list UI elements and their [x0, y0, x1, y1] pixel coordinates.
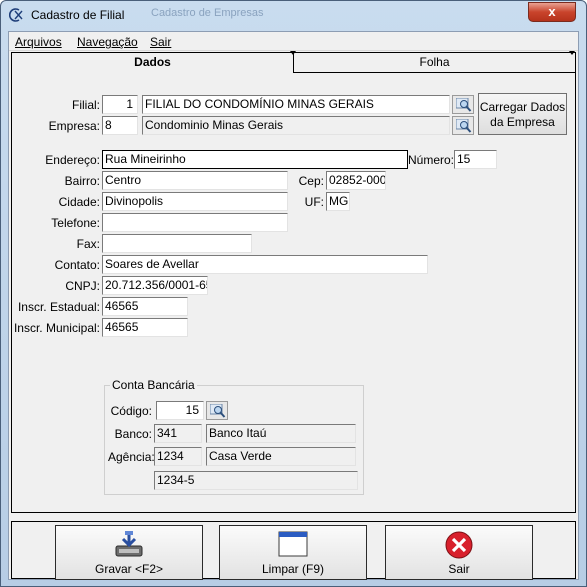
cnpj-field[interactable]: 20.712.356/0001-65 [102, 276, 208, 295]
close-icon: x [548, 4, 556, 19]
agencia-label: Agência: [108, 450, 155, 464]
disk-save-icon [115, 531, 143, 557]
app-icon [9, 8, 23, 22]
banco-code-field: 341 [154, 424, 202, 443]
window-title: Cadastro de Filial [31, 8, 125, 22]
filial-lookup-button[interactable] [452, 95, 474, 114]
tab-notch [569, 51, 575, 55]
empresa-name-field: Condominio Minas Gerais [142, 116, 450, 135]
close-button[interactable]: x [528, 2, 576, 22]
exit-x-icon [445, 531, 473, 559]
search-icon [456, 98, 472, 112]
cidade-label: Cidade: [58, 195, 100, 209]
menu-sair-label: Sair [150, 35, 172, 49]
tab-strip: Dados Folha [11, 51, 576, 73]
save-label: Gravar <F2> [94, 562, 164, 576]
load-company-data-label: Carregar Dados da Empresa [479, 100, 566, 129]
search-icon [456, 119, 472, 133]
uf-label: UF: [304, 195, 324, 209]
tab-dados[interactable]: Dados [11, 52, 294, 73]
filial-name-field[interactable]: FILIAL DO CONDOMÍNIO MINAS GERAIS [142, 95, 450, 114]
bank-code-field[interactable]: 15 [156, 401, 204, 420]
filial-code-field[interactable]: 1 [102, 95, 138, 114]
client-area: Arquivos Navegação Sair Dados Folha Fili… [8, 31, 579, 580]
empresa-label: Empresa: [48, 119, 100, 133]
search-icon [210, 404, 226, 418]
cnpj-label: CNPJ: [65, 279, 100, 293]
endereco-label: Endereço: [45, 153, 100, 167]
menu-sair[interactable]: Sair [150, 35, 171, 49]
uf-field[interactable]: MG [326, 192, 350, 211]
filial-label: Filial: [71, 98, 100, 112]
menu-navegacao[interactable]: Navegação [77, 35, 138, 49]
agencia-name-field: Casa Verde [206, 447, 356, 466]
background-window-title: Cadastro de Empresas [151, 7, 264, 19]
agencia-code-field: 1234 [154, 447, 202, 466]
numero-label: Número: [408, 153, 455, 167]
inscr-municipal-label: Inscr. Municipal: [13, 321, 100, 335]
contato-label: Contato: [54, 258, 100, 272]
exit-label: Sair [448, 562, 470, 576]
telefone-label: Telefone: [51, 216, 100, 230]
window: Cadastro de Filial Cadastro de Empresas … [0, 0, 587, 587]
inscr-estadual-field[interactable]: 46565 [102, 297, 188, 316]
cep-label: Cep: [298, 174, 324, 188]
bank-account-legend: Conta Bancária [110, 378, 197, 392]
fax-label: Fax: [76, 237, 100, 251]
cep-field[interactable]: 02852-000 [326, 171, 386, 190]
banco-label: Banco: [114, 427, 152, 441]
bairro-field[interactable]: Centro [102, 171, 288, 190]
save-button[interactable]: Gravar <F2> [55, 525, 203, 580]
account-number-field: 1234-5 [154, 471, 358, 490]
empresa-code-field[interactable]: 8 [102, 116, 138, 135]
dados-panel: Filial: 1 FILIAL DO CONDOMÍNIO MINAS GER… [11, 73, 576, 513]
bank-code-label: Código: [110, 404, 152, 418]
cidade-field[interactable]: Divinopolis [102, 192, 288, 211]
menu-bar: Arquivos Navegação Sair [9, 32, 578, 51]
telefone-field[interactable] [102, 213, 288, 232]
clear-label: Limpar (F9) [261, 562, 324, 576]
tab-folha[interactable]: Folha [293, 52, 576, 73]
inscr-estadual-label: Inscr. Estadual: [17, 300, 100, 314]
bairro-label: Bairro: [64, 174, 100, 188]
tab-notch [290, 51, 296, 55]
tab-dados-label: Dados [134, 55, 171, 69]
exit-button[interactable]: Sair [385, 525, 533, 580]
menu-navegacao-label: Navegação [77, 35, 138, 49]
load-company-data-button[interactable]: Carregar Dados da Empresa [478, 93, 567, 135]
endereco-field[interactable]: Rua Mineirinho [102, 150, 408, 169]
menu-arquivos[interactable]: Arquivos [15, 35, 62, 49]
menu-arquivos-label: Arquivos [15, 35, 62, 49]
clear-button[interactable]: Limpar (F9) [219, 525, 367, 580]
blank-window-icon [278, 531, 308, 557]
numero-field[interactable]: 15 [454, 150, 497, 169]
empresa-lookup-button[interactable] [452, 116, 474, 135]
inscr-municipal-field[interactable]: 46565 [102, 318, 188, 337]
banco-name-field: Banco Itaú [206, 424, 356, 443]
contato-field[interactable]: Soares de Avellar [102, 255, 428, 274]
tab-folha-label: Folha [419, 55, 450, 69]
bank-lookup-button[interactable] [206, 401, 228, 420]
title-bar[interactable]: Cadastro de Filial Cadastro de Empresas … [1, 1, 586, 29]
fax-field[interactable] [102, 234, 252, 253]
